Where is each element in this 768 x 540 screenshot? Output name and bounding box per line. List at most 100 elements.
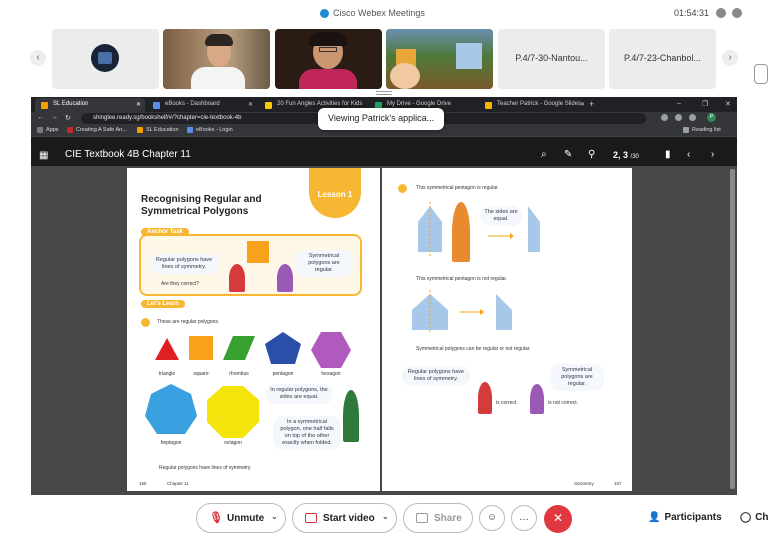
share-page-icon[interactable]	[675, 114, 682, 121]
folded-irregular-pentagon-icon	[496, 294, 512, 330]
prev-page-icon[interactable]: ‹	[687, 149, 690, 160]
star-icon[interactable]	[689, 114, 696, 121]
shape-label-hexagon: hexagon	[321, 371, 341, 377]
textbook-page-right: This symmetrical pentagon is regular. Th…	[382, 168, 632, 491]
tab-favicon-icon	[153, 102, 160, 109]
speech-bubble-girl: Symmetrical polygons are regular.	[295, 250, 353, 277]
more-options-icon[interactable]: …	[511, 505, 537, 531]
bookmark-sl-education[interactable]: SL Education	[137, 127, 179, 133]
shared-browser-window: SL Education ✕ eBooks - Dashboard ✕ 20 F…	[31, 97, 737, 495]
apps-grid-icon	[37, 127, 43, 133]
participants-button[interactable]: 👤 Participants	[648, 512, 722, 523]
key-icon[interactable]	[661, 114, 668, 121]
back-icon[interactable]: ←	[37, 114, 44, 121]
tab-label: My Drive - Google Drive	[387, 101, 452, 107]
participant-tile-5[interactable]: P.4/7-30-Nantou...	[498, 29, 605, 89]
step-2-badge	[398, 184, 407, 193]
sharing-banner[interactable]: Viewing Patrick's applica...	[318, 108, 445, 130]
octagon-shape-icon	[207, 386, 259, 438]
minimize-icon[interactable]: –	[677, 100, 681, 107]
boy-character-icon	[229, 264, 245, 292]
chevron-down-icon[interactable]: ⌄	[271, 512, 278, 521]
maximize-icon[interactable]: ❐	[702, 100, 708, 108]
strip-next-arrow-icon[interactable]: ›	[722, 50, 738, 66]
bookmark-creating-safe[interactable]: Creating A Safe An...	[67, 127, 127, 133]
pentagon-shape-icon	[265, 332, 301, 364]
tab-label: SL Education	[53, 101, 89, 107]
viewer-scrollbar[interactable]	[730, 169, 735, 489]
unmute-button[interactable]: 🎙 Unmute ⌄	[196, 503, 286, 533]
share-label: Share	[434, 513, 462, 524]
page-total: /30	[630, 154, 639, 160]
participant-tile-2[interactable]	[163, 29, 270, 89]
search-icon[interactable]: ⚲	[588, 149, 595, 160]
meeting-timer: 01:54:31	[674, 8, 710, 18]
signal-icon[interactable]	[732, 8, 742, 18]
speech-bubble-girl-2: Symmetrical polygons are regular.	[550, 364, 604, 391]
left-page-number: 156	[139, 481, 147, 486]
browser-tab-ebooks[interactable]: eBooks - Dashboard ✕	[147, 98, 257, 112]
right-page-number: 157	[614, 481, 622, 486]
textbook-page-left: Lesson 1 Recognising Regular and Symmetr…	[127, 168, 380, 491]
triangle-shape-icon	[155, 338, 179, 360]
layout-toggle-icon[interactable]	[754, 64, 768, 84]
tab-close-icon[interactable]: ✕	[136, 101, 141, 108]
participants-icon: 👤	[648, 512, 661, 523]
girl-character-icon	[277, 264, 293, 292]
unmute-label: Unmute	[227, 513, 265, 524]
start-video-button[interactable]: Start video ⌄	[292, 503, 397, 533]
participant-tile-1[interactable]	[52, 29, 159, 89]
forward-icon[interactable]: →	[51, 114, 58, 121]
shape-label-square: square	[193, 371, 209, 377]
bookmark-ebooks-login[interactable]: eBooks - Login	[187, 127, 233, 133]
right-footer-label: Geometry	[574, 481, 594, 486]
participant-name: P.4/7-30-Nantou...	[515, 53, 588, 63]
profile-avatar[interactable]: P	[707, 113, 716, 122]
participant-name: P.4/7-23-Chanbol...	[624, 53, 701, 63]
chat-button[interactable]: ◯ Ch	[740, 512, 768, 523]
speech-bubble-sides: In regular polygons, the sides are equal…	[265, 384, 333, 404]
girl-character-icon	[452, 202, 470, 262]
reactions-icon[interactable]: ☺	[479, 505, 505, 531]
step-1-text: These are regular polygons.	[157, 319, 220, 325]
bookmark-icon[interactable]: ▮	[665, 149, 671, 160]
zoom-in-icon[interactable]: ⌕	[541, 149, 547, 160]
tab-favicon-icon	[265, 102, 272, 109]
tab-close-icon[interactable]: ✕	[580, 101, 585, 108]
reading-list-label: Reading list	[692, 127, 721, 133]
step-2-text: This symmetrical pentagon is regular.	[416, 185, 499, 191]
connection-icon[interactable]	[716, 8, 726, 18]
folded-pentagon-icon	[528, 206, 540, 252]
participants-label: Participants	[664, 512, 722, 523]
participant-tile-3[interactable]	[275, 29, 382, 89]
resize-handle-icon[interactable]	[376, 91, 392, 95]
tab-close-icon[interactable]: ✕	[248, 101, 253, 108]
bookmark-label: Creating A Safe An...	[76, 127, 127, 133]
ebook-title: CIE Textbook 4B Chapter 11	[65, 149, 191, 160]
participant-tile-4[interactable]	[386, 29, 493, 89]
leave-meeting-icon[interactable]: ✕	[544, 505, 572, 533]
speech-bubble-sides-equal: The sides are equal.	[480, 206, 522, 226]
annotate-icon[interactable]: ✎	[564, 149, 572, 160]
menu-grid-icon[interactable]: ▦	[39, 150, 48, 161]
chevron-down-icon[interactable]: ⌄	[382, 512, 389, 521]
reload-icon[interactable]: ↻	[65, 114, 71, 122]
shape-label-rhombus: rhombus	[229, 371, 249, 377]
browser-tab-slides[interactable]: Teacher Patrick - Google Slides ✕	[479, 98, 589, 112]
webex-title-bar: Cisco Webex Meetings 01:54:31	[0, 0, 768, 28]
participant-tile-6[interactable]: P.4/7-23-Chanbol...	[609, 29, 716, 89]
next-page-icon[interactable]: ›	[711, 149, 714, 160]
bookmark-apps[interactable]: Apps	[37, 127, 59, 133]
webex-logo-icon	[320, 9, 329, 18]
new-tab-icon[interactable]: +	[589, 99, 594, 109]
strip-prev-arrow-icon[interactable]: ‹	[30, 50, 46, 66]
reading-list-button[interactable]: Reading list	[683, 127, 721, 133]
boy-character-icon	[478, 382, 492, 414]
ebook-toolbar: ▦ CIE Textbook 4B Chapter 11 ⌕ ✎ ⚲ 2, 3 …	[31, 144, 737, 166]
square-shape-icon	[247, 241, 269, 263]
window-close-icon[interactable]: ✕	[725, 100, 731, 108]
shape-label-octagon: octagon	[224, 440, 242, 446]
page-indicator[interactable]: 2, 3 /30	[613, 150, 639, 160]
share-button[interactable]: Share	[403, 503, 473, 533]
browser-tab-sl-education[interactable]: SL Education ✕	[35, 98, 145, 112]
